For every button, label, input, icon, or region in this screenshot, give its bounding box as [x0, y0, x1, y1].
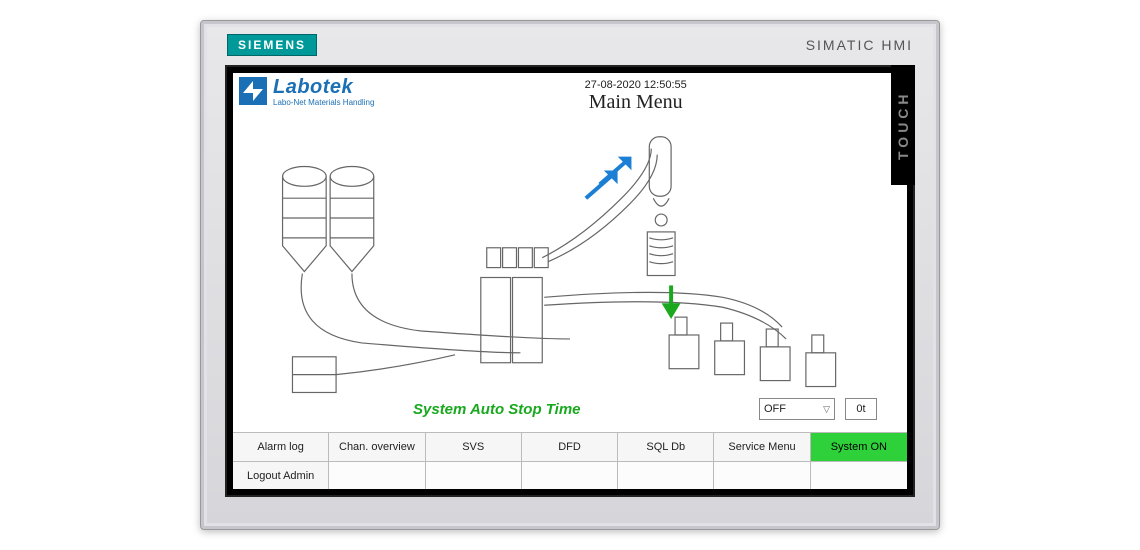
nav-row1-btn-5[interactable]: Service Menu: [714, 433, 810, 461]
auto-stop-label: System Auto Stop Time: [413, 401, 581, 418]
labotek-logo-icon: [239, 77, 267, 105]
nav-row2-btn-0[interactable]: Logout Admin: [233, 462, 329, 489]
chevron-down-icon: ▽: [823, 404, 830, 415]
nav-row2-btn-1: [329, 462, 425, 489]
nav-row1-btn-3[interactable]: DFD: [522, 433, 618, 461]
process-diagram-svg: [233, 123, 907, 432]
process-diagram[interactable]: System Auto Stop Time OFF ▽ 0t: [233, 123, 907, 432]
labotek-logo-text: Labotek: [273, 77, 374, 97]
hmi-device-frame: SIEMENS SIMATIC HMI TOUCH Labotek Labo-N…: [200, 20, 940, 530]
nav-row1-btn-0[interactable]: Alarm log: [233, 433, 329, 461]
model-label: SIMATIC HMI: [806, 37, 913, 53]
screen-bezel: TOUCH Labotek Labo-Net Materials Handlin…: [225, 65, 915, 497]
nav-row2-btn-3: [522, 462, 618, 489]
vendor-badge: SIEMENS: [227, 34, 317, 56]
nav-row1-btn-6[interactable]: System ON: [811, 433, 907, 461]
hmi-screen: Labotek Labo-Net Materials Handling 27-0…: [233, 73, 907, 489]
nav-row2-btn-6: [811, 462, 907, 489]
labotek-logo: Labotek Labo-Net Materials Handling: [239, 77, 374, 107]
nav-row2-btn-2: [426, 462, 522, 489]
page-title: Main Menu: [374, 91, 897, 114]
auto-stop-dropdown[interactable]: OFF ▽: [759, 398, 835, 420]
nav-row2-btn-5: [714, 462, 810, 489]
device-top-bar: SIEMENS SIMATIC HMI: [211, 31, 929, 65]
bottom-button-grid: Alarm logChan. overviewSVSDFDSQL DbServi…: [233, 432, 907, 489]
nav-row1-btn-2[interactable]: SVS: [426, 433, 522, 461]
nav-row2-btn-4: [618, 462, 714, 489]
auto-stop-value-field[interactable]: 0t: [845, 398, 877, 420]
timestamp: 27-08-2020 12:50:55: [374, 79, 897, 91]
nav-row1-btn-4[interactable]: SQL Db: [618, 433, 714, 461]
labotek-logo-sub: Labo-Net Materials Handling: [273, 99, 374, 107]
auto-stop-selected: OFF: [764, 403, 786, 415]
hmi-header: Labotek Labo-Net Materials Handling 27-0…: [233, 73, 907, 123]
nav-row1-btn-1[interactable]: Chan. overview: [329, 433, 425, 461]
